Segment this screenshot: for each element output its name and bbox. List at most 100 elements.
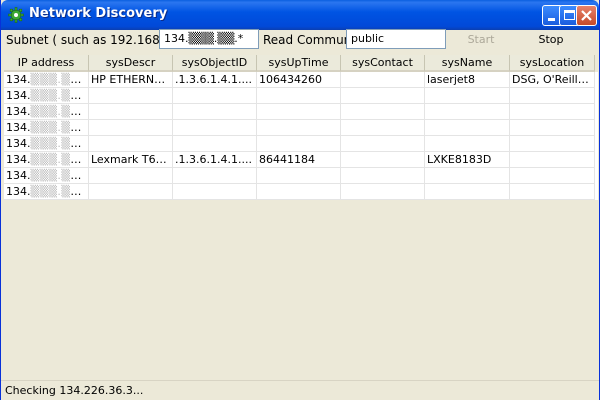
subnet-input[interactable]: 134.▒▒▒.▒▒.* — [159, 29, 259, 49]
cell-syslocation — [510, 136, 595, 152]
column-header-sysobjectid[interactable]: sysObjectID — [173, 55, 257, 72]
cell-sysobjectid — [173, 136, 257, 152]
cell-syscontact — [341, 120, 425, 136]
close-icon — [581, 10, 592, 21]
cell-sysname — [425, 184, 510, 200]
ip-prefix: 134. — [6, 73, 31, 86]
cell-ip-address: 134.▒▒▒.▒▒.▒▒▒ — [4, 184, 89, 200]
cell-sysdescr — [89, 168, 173, 184]
ip-prefix: 134. — [6, 153, 31, 166]
cell-ip-address: 134.▒▒▒.▒▒.▒▒▒ — [4, 120, 89, 136]
table-row[interactable]: 134.▒▒▒.▒▒.▒▒▒Lexmark T630....1.3.6.1.4.… — [4, 152, 598, 168]
cell-sysuptime: 106434260 — [257, 72, 341, 88]
cell-sysuptime — [257, 120, 341, 136]
cell-sysobjectid — [173, 120, 257, 136]
ip-masked: ▒▒▒.▒▒.▒▒▒ — [30, 137, 89, 150]
cell-sysname — [425, 168, 510, 184]
ip-prefix: 134. — [6, 185, 31, 198]
cell-sysuptime — [257, 88, 341, 104]
column-header-sysdescr[interactable]: sysDescr — [89, 55, 173, 72]
cell-syscontact — [341, 152, 425, 168]
cell-syscontact — [341, 104, 425, 120]
read-community-input[interactable]: public — [346, 29, 446, 49]
cell-sysdescr — [89, 184, 173, 200]
cell-sysname — [425, 88, 510, 104]
ip-prefix: 134. — [6, 89, 31, 102]
column-header-syslocation[interactable]: sysLocation — [510, 55, 595, 72]
window-title: Network Discovery — [29, 6, 168, 21]
stop-button[interactable]: Stop — [521, 29, 581, 51]
cell-syslocation — [510, 88, 595, 104]
cell-sysdescr — [89, 136, 173, 152]
cell-syslocation — [510, 104, 595, 120]
table-row[interactable]: 134.▒▒▒.▒▒.▒ — [4, 88, 598, 104]
title-bar[interactable]: Network Discovery — [1, 0, 599, 30]
cell-sysuptime — [257, 136, 341, 152]
cell-sysname: laserjet8 — [425, 72, 510, 88]
cell-syscontact — [341, 136, 425, 152]
cell-sysobjectid — [173, 184, 257, 200]
cell-sysobjectid — [173, 168, 257, 184]
cell-syscontact — [341, 72, 425, 88]
cell-sysdescr — [89, 104, 173, 120]
cell-ip-address: 134.▒▒▒.▒▒.▒▒▒ — [4, 152, 89, 168]
cell-sysobjectid — [173, 88, 257, 104]
cell-sysdescr — [89, 120, 173, 136]
cell-sysname: LXKE8183D — [425, 152, 510, 168]
cell-syscontact — [341, 88, 425, 104]
close-button[interactable] — [576, 5, 597, 26]
ip-masked: ▒▒▒.▒▒.▒▒▒ — [30, 153, 89, 166]
table-row[interactable]: 134.▒▒▒.▒▒.▒▒▒ — [4, 104, 598, 120]
cell-sysuptime — [257, 104, 341, 120]
ip-masked: ▒▒▒.▒▒.▒▒▒ — [30, 169, 89, 182]
ip-prefix: 134. — [6, 137, 31, 150]
status-bar: Checking 134.226.36.3... — [1, 380, 599, 400]
app-window: Network Discovery Subnet ( such as 192.1… — [0, 0, 600, 400]
ip-masked: ▒▒▒.▒▒.▒▒▒ — [30, 121, 89, 134]
cell-syslocation: DSG, O'Reilly I... — [510, 72, 595, 88]
cell-sysname — [425, 120, 510, 136]
table-header: IP address sysDescr sysObjectID sysUpTime sy… — [4, 55, 598, 72]
column-header-syscontact[interactable]: sysContact — [341, 55, 425, 72]
table-row[interactable]: 134.▒▒▒.▒▒.▒▒▒ — [4, 136, 598, 152]
cell-ip-address: 134.▒▒▒.▒▒.▒▒▒ — [4, 136, 89, 152]
table-row[interactable]: 134.▒▒▒.▒▒.▒▒▒ — [4, 184, 598, 200]
cell-syslocation — [510, 152, 595, 168]
ip-prefix: 134. — [6, 105, 31, 118]
cell-sysobjectid — [173, 104, 257, 120]
cell-sysname — [425, 104, 510, 120]
cell-syslocation — [510, 120, 595, 136]
column-header-sysuptime[interactable]: sysUpTime — [257, 55, 341, 72]
cell-sysdescr — [89, 88, 173, 104]
cell-ip-address: 134.▒▒▒.▒▒.▒▒▒ — [4, 168, 89, 184]
cell-sysuptime — [257, 168, 341, 184]
cell-ip-address: 134.▒▒▒.▒▒.▒▒▒ — [4, 104, 89, 120]
ip-prefix: 134. — [6, 169, 31, 182]
cell-ip-address: 134.▒▒▒.▒▒.▒▒▒ — [4, 72, 89, 88]
table-row[interactable]: 134.▒▒▒.▒▒.▒▒▒ — [4, 120, 598, 136]
ip-masked: ▒▒▒.▒▒.▒▒▒ — [30, 105, 89, 118]
ip-prefix: 134. — [6, 121, 31, 134]
column-header-sysname[interactable]: sysName — [425, 55, 510, 72]
cell-sysuptime: 86441184 — [257, 152, 341, 168]
column-header-ip-address[interactable]: IP address — [4, 55, 89, 72]
gear-icon — [8, 7, 24, 23]
cell-sysdescr: Lexmark T630... — [89, 152, 173, 168]
cell-syscontact — [341, 168, 425, 184]
results-table[interactable]: IP address sysDescr sysObjectID sysUpTime sy… — [4, 55, 598, 379]
start-button[interactable]: Start — [451, 29, 511, 51]
cell-syslocation — [510, 184, 595, 200]
cell-syscontact — [341, 184, 425, 200]
cell-sysobjectid: .1.3.6.1.4.1.... — [173, 72, 257, 88]
table-row[interactable]: 134.▒▒▒.▒▒.▒▒▒ — [4, 168, 598, 184]
cell-sysname — [425, 136, 510, 152]
ip-masked: ▒▒▒.▒▒.▒ — [30, 89, 89, 102]
cell-ip-address: 134.▒▒▒.▒▒.▒ — [4, 88, 89, 104]
cell-sysobjectid: .1.3.6.1.4.1.... — [173, 152, 257, 168]
cell-sysdescr: HP ETHERNET... — [89, 72, 173, 88]
status-text: Checking 134.226.36.3... — [5, 384, 144, 397]
cell-sysuptime — [257, 184, 341, 200]
cell-syslocation — [510, 168, 595, 184]
table-row[interactable]: 134.▒▒▒.▒▒.▒▒▒HP ETHERNET....1.3.6.1.4.1… — [4, 72, 598, 88]
ip-masked: ▒▒▒.▒▒.▒▒▒ — [30, 185, 89, 198]
